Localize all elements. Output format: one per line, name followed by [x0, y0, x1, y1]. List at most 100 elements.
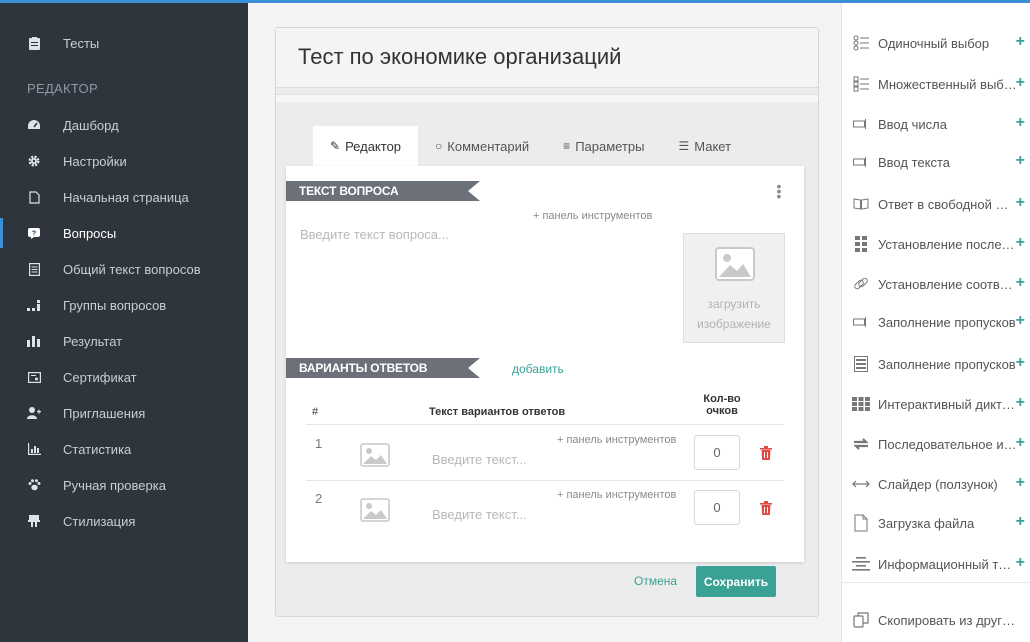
add-icon[interactable]: +: [1016, 313, 1025, 329]
question-type-number-input[interactable]: Ввод числа +: [842, 105, 1030, 143]
add-answer-link[interactable]: добавить: [512, 362, 564, 376]
page-header: Тест по экономике организаций: [276, 28, 818, 88]
sidebar-section-editor: РЕДАКТОР: [27, 81, 98, 96]
question-text-input[interactable]: Введите текст вопроса...: [300, 227, 449, 242]
editor-body: ТЕКСТ ВОПРОСА • • • + панель инструментов …: [286, 166, 804, 562]
add-icon[interactable]: +: [1016, 115, 1025, 131]
add-icon[interactable]: +: [1016, 514, 1025, 530]
stats-icon: [27, 442, 41, 456]
question-type-single-choice[interactable]: Одиночный выбор +: [842, 24, 1030, 62]
tab-editor[interactable]: ✎ Редактор: [313, 126, 419, 166]
swap-icon: [852, 435, 870, 453]
cancel-button[interactable]: Отмена: [634, 574, 677, 588]
sidebar-item-common-text[interactable]: Общий текст вопросов: [0, 251, 248, 287]
question-type-free-answer[interactable]: Ответ в свободной форме +: [842, 185, 1030, 223]
delete-icon[interactable]: [760, 446, 772, 460]
image-icon: [715, 247, 755, 281]
question-type-fill-gaps-list[interactable]: Заполнение пропусков +: [842, 345, 1030, 383]
sidebar-item-tests[interactable]: Тесты: [0, 25, 248, 61]
save-button[interactable]: Сохранить: [696, 566, 776, 597]
copy-from-label: Скопировать из других тестов: [878, 612, 1018, 628]
question-types-panel: Одиночный выбор + Множественный выбор + …: [841, 3, 1030, 642]
sidebar-item-question-groups[interactable]: Группы вопросов: [0, 287, 248, 323]
panel-divider: [842, 582, 1030, 583]
copy-icon: [852, 611, 870, 629]
answer-number: 1: [315, 436, 323, 451]
answer-number: 2: [315, 491, 323, 506]
answer-toolbar-link[interactable]: + панель инструментов: [557, 489, 676, 501]
add-icon[interactable]: +: [1016, 475, 1025, 491]
copy-from-other-tests[interactable]: Скопировать из других тестов: [842, 601, 1030, 639]
question-type-label: Установление соответствия: [878, 276, 1018, 292]
align-center-icon: [852, 555, 870, 573]
add-icon[interactable]: +: [1016, 153, 1025, 169]
sidebar-item-styling[interactable]: Стилизация: [0, 503, 248, 539]
tab-layout[interactable]: ☰ Макет: [662, 126, 749, 166]
bar-chart-icon: [27, 334, 41, 348]
question-type-label: Последовательное исключение: [878, 436, 1018, 452]
file-icon: [27, 190, 41, 204]
add-icon[interactable]: +: [1016, 195, 1025, 211]
question-type-sequence[interactable]: Установление последовательности +: [842, 225, 1030, 263]
answer-text-input[interactable]: Введите текст...: [432, 452, 527, 467]
sidebar-item-certificate[interactable]: Сертификат: [0, 359, 248, 395]
more-options-icon[interactable]: • • •: [776, 179, 782, 203]
question-type-interactive-dictation[interactable]: Интерактивный диктант +: [842, 385, 1030, 423]
sidebar-item-result[interactable]: Результат: [0, 323, 248, 359]
fill-gap-list-icon: [852, 355, 870, 373]
add-icon[interactable]: +: [1016, 75, 1025, 91]
answer-toolbar-link[interactable]: + панель инструментов: [557, 434, 676, 446]
answer-image-icon[interactable]: [360, 443, 390, 467]
upload-image-button[interactable]: загрузить изображение: [683, 233, 785, 343]
question-type-matching[interactable]: Установление соответствия +: [842, 265, 1030, 303]
add-icon[interactable]: +: [1016, 275, 1025, 291]
sidebar-item-dashboard[interactable]: Дашборд: [0, 107, 248, 143]
question-type-info-text[interactable]: Информационный текст +: [842, 545, 1030, 583]
question-type-label: Установление последовательности: [878, 236, 1018, 252]
column-answer-text-header: Текст вариантов ответов: [429, 406, 566, 418]
question-type-slider[interactable]: Слайдер (ползунок) +: [842, 465, 1030, 503]
question-type-file-upload[interactable]: Загрузка файла +: [842, 504, 1030, 542]
sidebar-item-questions[interactable]: ? Вопросы: [0, 215, 248, 251]
question-text-ribbon: ТЕКСТ ВОПРОСА: [286, 181, 480, 201]
tab-label: Редактор: [345, 138, 402, 154]
add-icon[interactable]: +: [1016, 435, 1025, 451]
sidebar-item-label: Начальная страница: [63, 189, 189, 205]
question-type-fill-gaps[interactable]: Заполнение пропусков +: [842, 303, 1030, 341]
add-icon[interactable]: +: [1016, 555, 1025, 571]
book-icon: [852, 195, 870, 213]
slider-icon: [852, 475, 870, 493]
add-icon[interactable]: +: [1016, 355, 1025, 371]
sidebar-item-statistics[interactable]: Статистика: [0, 431, 248, 467]
answer-text-input[interactable]: Введите текст...: [432, 507, 527, 522]
tab-comment[interactable]: ○ Комментарий: [418, 126, 546, 166]
upload-image-label: загрузить изображение: [697, 297, 771, 331]
column-score-header: Кол-во очков: [703, 393, 741, 417]
delete-icon[interactable]: [760, 501, 772, 515]
sidebar-item-invitations[interactable]: Приглашения: [0, 395, 248, 431]
question-type-sequential-exclusion[interactable]: Последовательное исключение +: [842, 425, 1030, 463]
add-icon[interactable]: +: [1016, 34, 1025, 50]
column-number-header: #: [312, 406, 319, 418]
sidebar-item-settings[interactable]: Настройки: [0, 143, 248, 179]
score-input[interactable]: 0: [694, 490, 740, 525]
clipboard-icon: [27, 36, 41, 50]
question-toolbar-link[interactable]: + панель инструментов: [533, 210, 652, 222]
fill-gap-icon: [852, 313, 870, 331]
tab-parameters[interactable]: ≡ Параметры: [546, 126, 661, 166]
question-type-label: Заполнение пропусков: [878, 314, 1016, 330]
question-type-label: Ввод числа: [878, 116, 947, 132]
svg-text:?: ?: [32, 230, 36, 237]
question-type-label: Загрузка файла: [878, 515, 975, 531]
sequence-icon: [852, 235, 870, 253]
sidebar-item-manual-check[interactable]: Ручная проверка: [0, 467, 248, 503]
add-icon[interactable]: +: [1016, 395, 1025, 411]
sidebar-item-start-page[interactable]: Начальная страница: [0, 179, 248, 215]
answer-image-icon[interactable]: [360, 498, 390, 522]
question-type-multiple-choice[interactable]: Множественный выбор +: [842, 65, 1030, 103]
header-divider: [276, 94, 818, 102]
add-icon[interactable]: +: [1016, 235, 1025, 251]
gear-icon: [27, 154, 41, 168]
question-type-text-input[interactable]: Ввод текста +: [842, 143, 1030, 181]
score-input[interactable]: 0: [694, 435, 740, 470]
